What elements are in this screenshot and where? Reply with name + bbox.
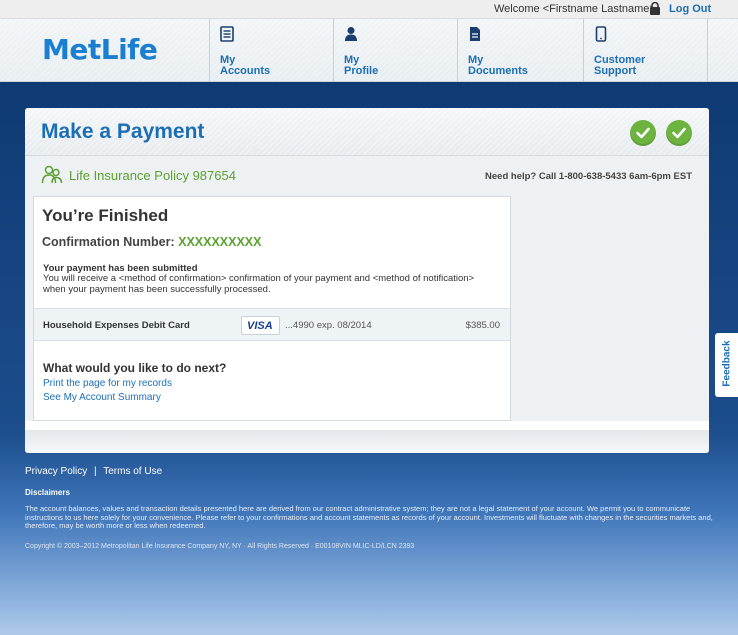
footer-links: Privacy Policy | Terms of Use: [25, 466, 162, 477]
copyright-text: Copyright © 2003–2012 Metropolitan Life …: [25, 543, 415, 550]
site-header: MetLife My Accounts My Profile My Documents: [0, 18, 738, 83]
phone-icon: [595, 26, 607, 42]
submitted-message: You will receive a <method of confirmati…: [43, 273, 475, 295]
nav-label: My Documents: [468, 54, 528, 77]
panel-gutter: [25, 196, 33, 421]
policy-bar: Life Insurance Policy 987654 Need help? …: [25, 156, 709, 196]
disclaimers-heading: Disclaimers: [25, 488, 70, 497]
panel-header: Make a Payment: [25, 108, 709, 156]
confirmation-number: Confirmation Number: XXXXXXXXXX: [42, 235, 261, 249]
confirmation-value: XXXXXXXXXX: [178, 235, 262, 249]
privacy-policy-link[interactable]: Privacy Policy: [25, 466, 87, 477]
confirmation-label: Confirmation Number:: [42, 235, 179, 249]
nav-customer-support[interactable]: Customer Support: [583, 19, 707, 83]
panel-footer-strip: [25, 430, 709, 453]
print-page-link[interactable]: Print the page for my records: [43, 378, 172, 389]
card-number: ...4990 exp. 08/2014: [285, 320, 372, 331]
nav-my-accounts[interactable]: My Accounts: [209, 19, 333, 83]
people-icon: [41, 165, 63, 184]
utility-bar: Welcome <Firstname Lastname> Log Out: [0, 0, 738, 18]
nav-label: Customer Support: [594, 54, 646, 77]
check-icon: [666, 120, 692, 146]
person-icon: [345, 27, 357, 41]
logout-link[interactable]: Log Out: [669, 3, 711, 15]
nav-divider: [707, 19, 708, 83]
finished-heading: You’re Finished: [42, 206, 169, 225]
help-phone-text: Need help? Call 1-800-638-5433 6am-6pm E…: [485, 171, 692, 182]
panel-sidebar: [511, 196, 709, 421]
list-icon: [220, 26, 234, 42]
confirmation-card: You’re Finished Confirmation Number: XXX…: [33, 196, 511, 421]
nav-label: My Accounts: [220, 54, 271, 77]
payment-method-name: Household Expenses Debit Card: [43, 320, 190, 331]
visa-logo-icon: VISA: [241, 316, 280, 335]
feedback-tab[interactable]: Feedback: [715, 333, 738, 397]
next-steps-heading: What would you like to do next?: [43, 361, 227, 375]
nav-my-documents[interactable]: My Documents: [457, 19, 581, 83]
feedback-label: Feedback: [721, 340, 733, 387]
payment-method-row: Household Expenses Debit Card VISA ...49…: [34, 308, 510, 341]
nav-my-profile[interactable]: My Profile: [333, 19, 457, 83]
footer-separator: |: [94, 466, 97, 477]
page-title: Make a Payment: [41, 120, 205, 143]
nav-label: My Profile: [344, 54, 379, 77]
payment-amount: $385.00: [465, 320, 500, 331]
terms-of-use-link[interactable]: Terms of Use: [103, 466, 162, 477]
disclaimers-text: The account balances, values and transac…: [25, 504, 713, 530]
welcome-text: Welcome <Firstname Lastname>: [494, 3, 656, 15]
account-summary-link[interactable]: See My Account Summary: [43, 392, 161, 403]
check-icon: [630, 120, 656, 146]
policy-name: Life Insurance Policy 987654: [69, 168, 236, 183]
lock-icon: [650, 2, 660, 15]
metlife-logo[interactable]: MetLife: [42, 33, 158, 66]
document-icon: [470, 27, 480, 41]
payment-panel: Make a Payment Life Insurance Policy 987…: [25, 108, 709, 453]
